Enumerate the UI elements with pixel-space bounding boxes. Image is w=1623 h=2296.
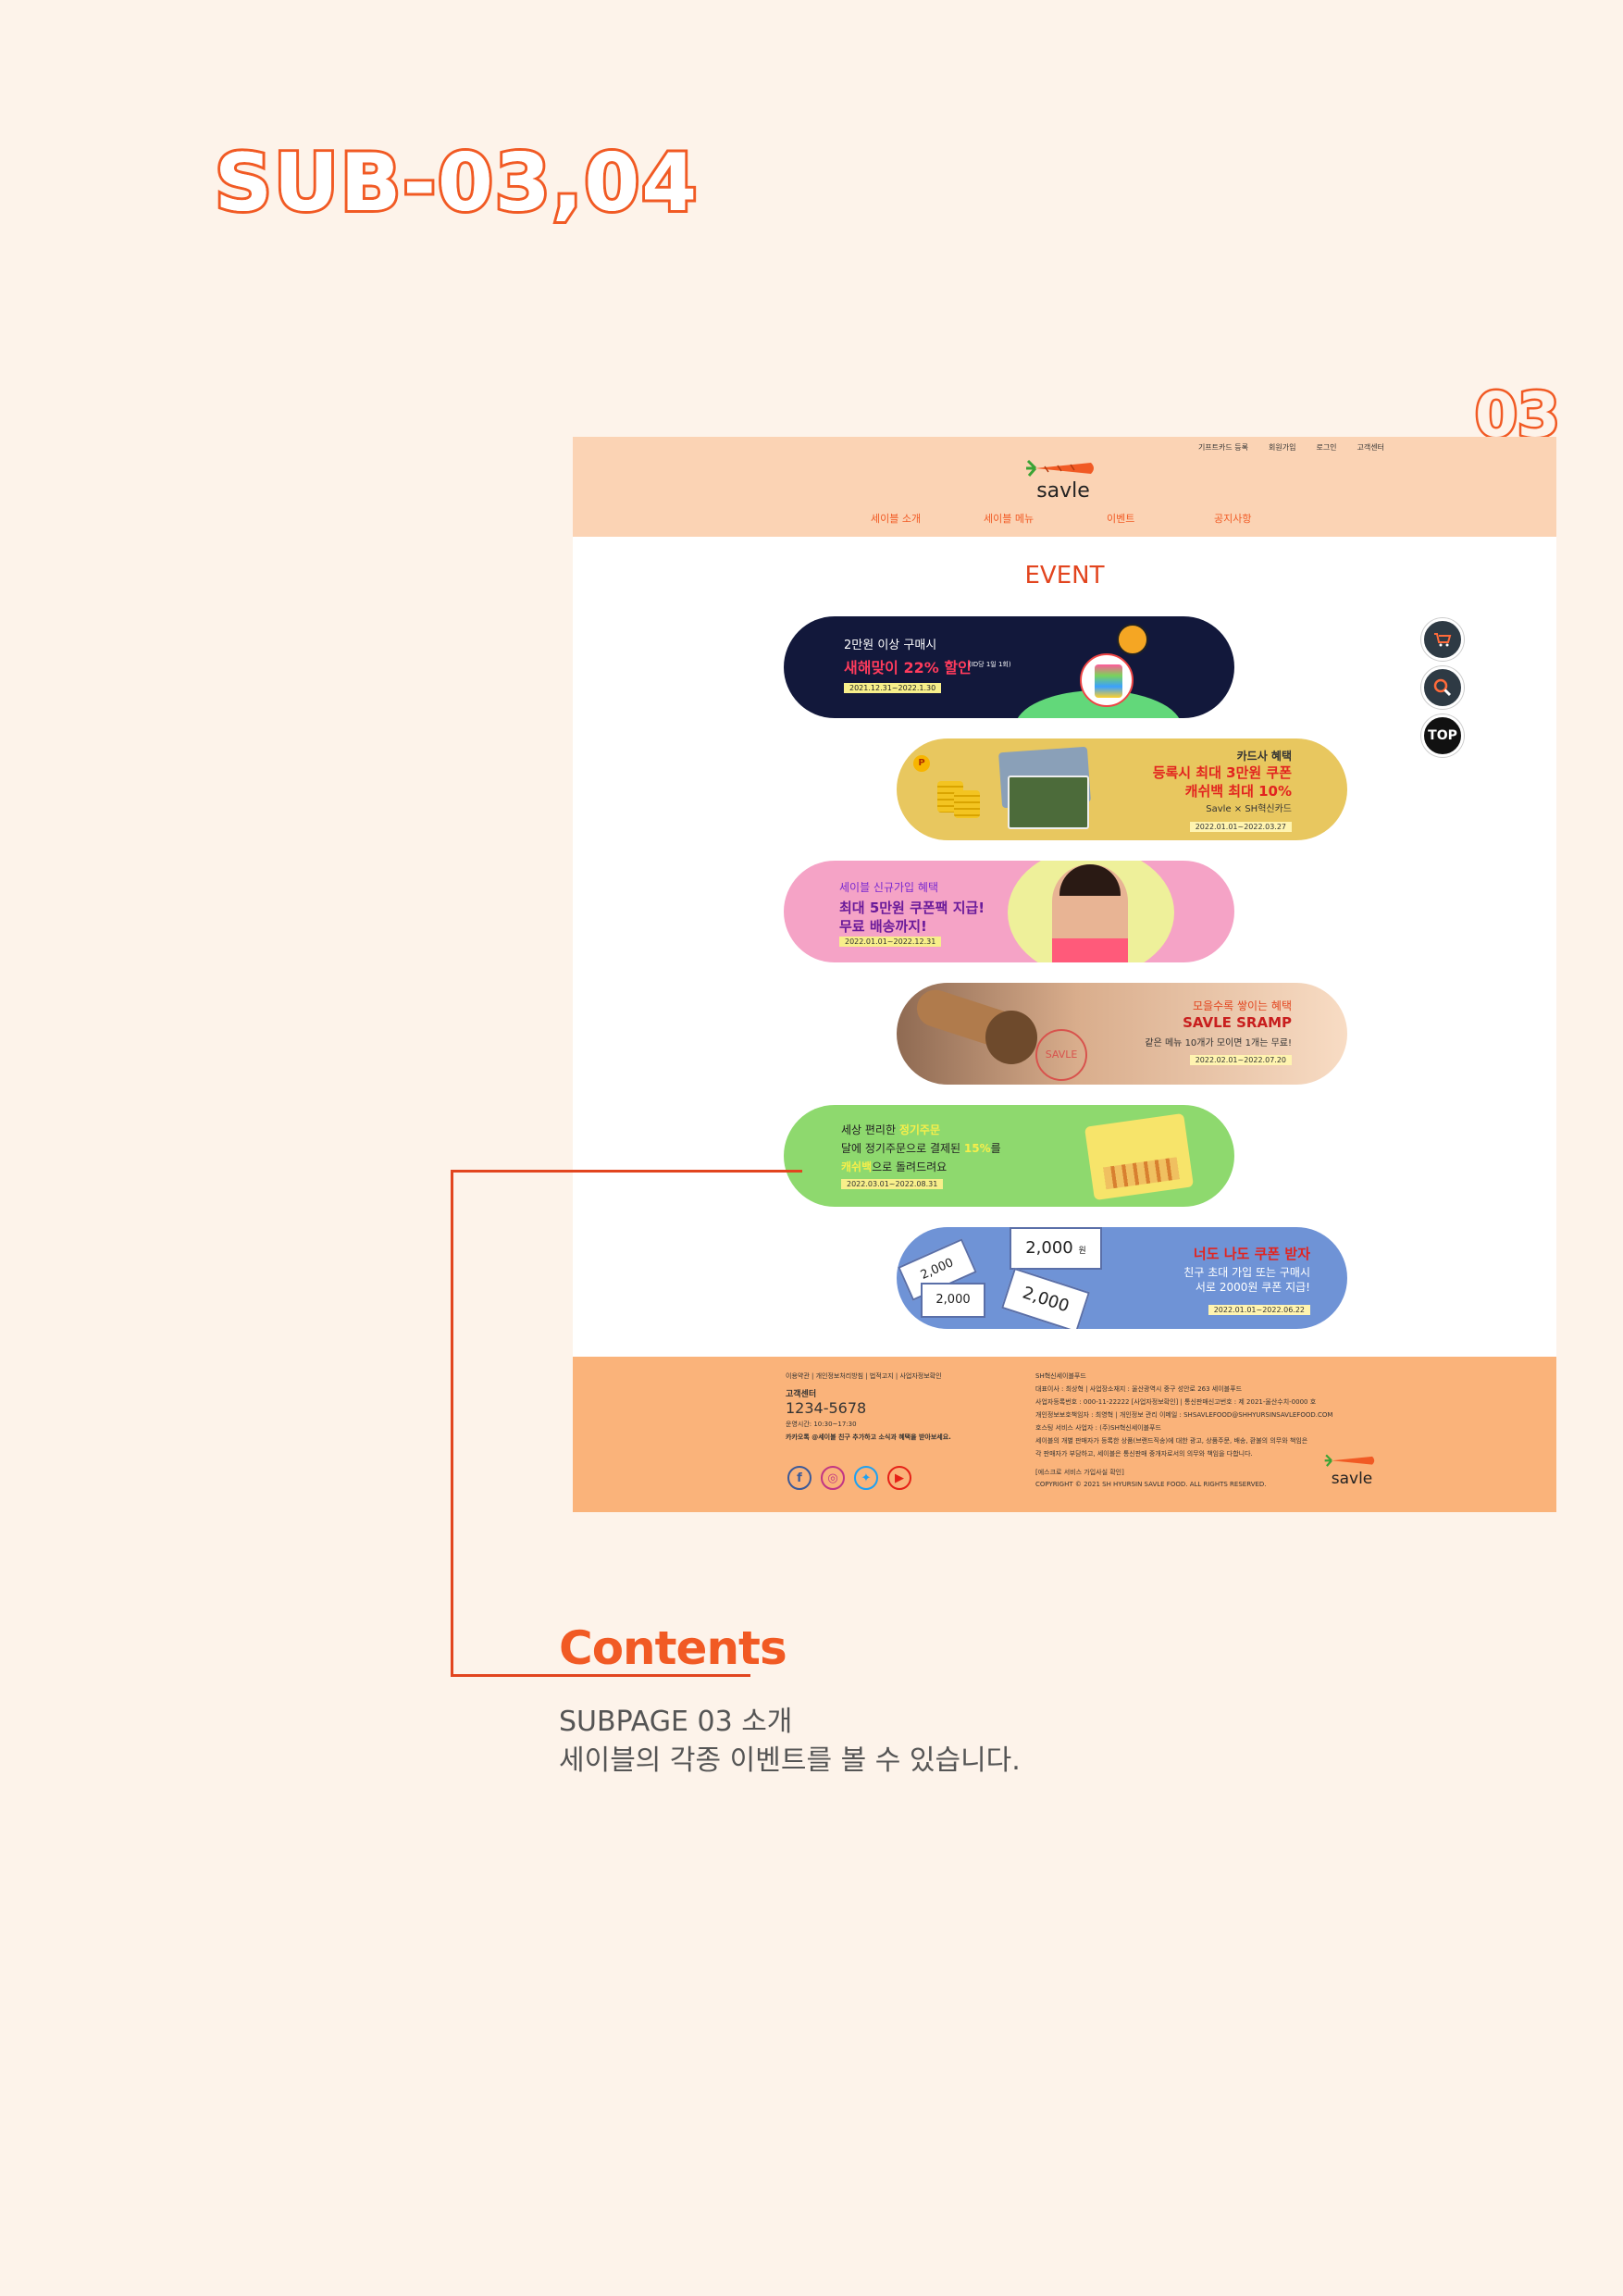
event-heading: EVENT bbox=[1024, 562, 1105, 590]
point-coin-icon: P bbox=[913, 755, 930, 772]
banner-line2: 등록시 최대 3만원 쿠폰 bbox=[1152, 764, 1292, 781]
logo-text: savle bbox=[1036, 479, 1090, 503]
site-logo[interactable]: savle bbox=[1026, 455, 1100, 509]
stamp-mark: SAVLE bbox=[1035, 1029, 1087, 1081]
main-nav: 세이블 소개 세이블 메뉴 이벤트 공지사항 bbox=[573, 511, 1556, 529]
coupon-ticket: 2,000 bbox=[921, 1283, 985, 1318]
event-banner-referral[interactable]: 2,000 2,000 2,000 원 2,000 너도 나도 쿠폰 받자 친구… bbox=[897, 1227, 1347, 1329]
bok-emblem-icon bbox=[1080, 653, 1134, 707]
instagram-icon[interactable]: ◎ bbox=[821, 1466, 845, 1490]
banner-date: 2022.01.01~2022.03.27 bbox=[1189, 822, 1292, 832]
banner-line1: 세이블 신규가입 혜택 bbox=[839, 881, 938, 894]
gift-box-image bbox=[1084, 1112, 1195, 1201]
website-mockup: 기프트카드 등록 회원가입 로그인 고객센터 savle 세이블 소개 세이블 … bbox=[573, 437, 1556, 1512]
coupon-ticket: 2,000 bbox=[1000, 1267, 1091, 1329]
nav-item-event[interactable]: 이벤트 bbox=[1107, 511, 1134, 526]
banner-date: 2022.01.01~2022.12.31 bbox=[839, 937, 942, 947]
contents-title: Contents bbox=[559, 1621, 787, 1675]
quick-search-button[interactable] bbox=[1421, 666, 1464, 709]
search-icon bbox=[1433, 678, 1452, 697]
footer-cs-label: 고객센터 bbox=[786, 1390, 817, 1399]
banner-line2: 최대 5만원 쿠폰팩 지급! bbox=[839, 900, 985, 916]
site-footer: 이용약관 | 개인정보처리방침 | 법적고지 | 사업자정보확인 고객센터 12… bbox=[573, 1357, 1556, 1512]
util-link-signup[interactable]: 회원가입 bbox=[1269, 442, 1295, 453]
footer-company-line: 대표이사 : 최상혁 | 사업장소재지 : 울산광역시 중구 성안로 263 세… bbox=[1035, 1385, 1243, 1393]
banner-line1: 너도 나도 쿠폰 받자 bbox=[1193, 1246, 1310, 1262]
logo-text: savle bbox=[1331, 1470, 1373, 1488]
tiger-mascot-icon bbox=[1117, 624, 1148, 655]
footer-company-line: 개인정보보호책임자 : 최영혁 | 개인정보 관리 이메일 : SHSAVLEF… bbox=[1035, 1411, 1333, 1419]
banner-date: 2022.01.01~2022.06.22 bbox=[1208, 1305, 1310, 1315]
model-photo bbox=[1052, 864, 1128, 962]
footer-company-line: 세이블의 개별 판매자가 등록한 상품(브랜드직송)에 대한 광고, 상품주문,… bbox=[1035, 1437, 1308, 1445]
banner-date: 2022.02.01~2022.07.20 bbox=[1189, 1055, 1292, 1065]
contents-description: SUBPAGE 03 소개 세이블의 각종 이벤트를 볼 수 있습니다. bbox=[559, 1703, 1021, 1781]
banner-line1: 카드사 혜택 bbox=[1236, 750, 1292, 763]
footer-copyright: COPYRIGHT © 2021 SH HYURSIN SAVLE FOOD. … bbox=[1035, 1481, 1267, 1488]
coin-stack-icon bbox=[954, 790, 980, 818]
leader-line bbox=[451, 1170, 802, 1173]
banner-line3: 캐쉬백으로 돌려드려요 bbox=[841, 1160, 948, 1173]
nav-item-notice[interactable]: 공지사항 bbox=[1214, 511, 1251, 526]
nav-item-menu[interactable]: 세이블 메뉴 bbox=[984, 511, 1034, 526]
youtube-icon[interactable]: ▶ bbox=[887, 1466, 911, 1490]
util-link-giftcard[interactable]: 기프트카드 등록 bbox=[1198, 442, 1248, 453]
contents-desc-line1: SUBPAGE 03 소개 bbox=[559, 1706, 793, 1738]
cart-icon bbox=[1434, 633, 1452, 647]
banner-line1: 세상 편리한 정기주문 bbox=[841, 1123, 941, 1136]
food-photo bbox=[1008, 776, 1089, 829]
banner-line4: Savle × SH혁신카드 bbox=[1206, 804, 1292, 814]
event-banner-card[interactable]: P 카드사 혜택 등록시 최대 3만원 쿠폰 캐쉬백 최대 10% Savle … bbox=[897, 738, 1347, 840]
banner-line2: 새해맞이 22% 할인 bbox=[844, 659, 972, 676]
quick-cart-button[interactable] bbox=[1421, 618, 1464, 661]
banner-date: 2021.12.31~2022.1.30 bbox=[844, 683, 942, 693]
footer-company-line: 호스팅 서비스 사업자 : (주)SH혁신세이블푸드 bbox=[1035, 1424, 1161, 1432]
site-header: 기프트카드 등록 회원가입 로그인 고객센터 savle 세이블 소개 세이블 … bbox=[573, 437, 1556, 537]
quick-top-button[interactable]: TOP bbox=[1421, 714, 1464, 757]
footer-company-line: SH혁신세이블푸드 bbox=[1035, 1372, 1086, 1380]
utility-links: 기프트카드 등록 회원가입 로그인 고객센터 bbox=[1198, 442, 1384, 453]
footer-escrow[interactable]: [에스크로 서비스 가입사실 확인] bbox=[1035, 1468, 1124, 1477]
banner-line3: 서로 2000원 쿠폰 지급! bbox=[1195, 1281, 1310, 1294]
footer-logo[interactable]: savle bbox=[1324, 1451, 1380, 1494]
banner-date: 2022.03.01~2022.08.31 bbox=[841, 1179, 944, 1189]
event-banner-subscription[interactable]: 세상 편리한 정기주문 달에 정기주문으로 결제된 15%를 캐쉬백으로 돌려드… bbox=[784, 1105, 1234, 1207]
contents-desc-line2: 세이블의 각종 이벤트를 볼 수 있습니다. bbox=[559, 1744, 1021, 1777]
banner-line2: 친구 초대 가입 또는 구매시 bbox=[1183, 1266, 1310, 1279]
event-banner-new-year[interactable]: 2만원 이상 구매시 새해맞이 22% 할인 (ID당 1일 1회) 2021.… bbox=[784, 616, 1234, 718]
banner-line3: 캐쉬백 최대 10% bbox=[1184, 783, 1292, 800]
stamp-head bbox=[985, 1011, 1037, 1064]
facebook-icon[interactable]: f bbox=[787, 1466, 812, 1490]
banner-line1: 2만원 이상 구매시 bbox=[844, 639, 937, 652]
event-banner-stamp[interactable]: SAVLE 모을수록 쌓이는 혜택 SAVLE SRAMP 같은 메뉴 10개가… bbox=[897, 983, 1347, 1085]
banner-line3: 무료 배송까지! bbox=[839, 918, 927, 935]
footer-links[interactable]: 이용약관 | 개인정보처리방침 | 법적고지 | 사업자정보확인 bbox=[786, 1371, 942, 1381]
banner-line1: 모을수록 쌓이는 혜택 bbox=[1193, 999, 1292, 1012]
footer-cs-hours: 운영시간: 10:30~17:30 bbox=[786, 1421, 857, 1428]
footer-company-line: 사업자등록번호 : 000-11-22222 [사업자정보확인] | 통신판매신… bbox=[1035, 1398, 1317, 1406]
leader-line bbox=[451, 1170, 453, 1677]
twitter-icon[interactable]: ✦ bbox=[854, 1466, 878, 1490]
page-title: SUB-03,04 bbox=[212, 134, 700, 232]
banner-line3: 같은 메뉴 10개가 모이면 1개는 무료! bbox=[1145, 1038, 1292, 1049]
carrot-icon bbox=[1324, 1454, 1375, 1467]
banner-line2: 달에 정기주문으로 결제된 15%를 bbox=[841, 1142, 1001, 1155]
footer-kakao: 카카오톡 @세이블 친구 추가하고 소식과 혜택을 받아보세요. bbox=[786, 1433, 951, 1441]
banner-line2: SAVLE SRAMP bbox=[1183, 1014, 1292, 1031]
footer-cs-phone: 1234-5678 bbox=[786, 1399, 867, 1417]
banner-note: (ID당 1일 1회) bbox=[969, 661, 1011, 668]
util-link-support[interactable]: 고객센터 bbox=[1357, 442, 1384, 453]
util-link-login[interactable]: 로그인 bbox=[1316, 442, 1336, 453]
coupon-ticket-large: 2,000 원 bbox=[1010, 1227, 1102, 1270]
nav-item-about[interactable]: 세이블 소개 bbox=[871, 511, 921, 526]
footer-company-line: 각 판매자가 부담하고, 세이블은 통신판매 중개자로서의 의무와 책임을 다합… bbox=[1035, 1450, 1253, 1458]
event-banner-signup[interactable]: 세이블 신규가입 혜택 최대 5만원 쿠폰팩 지급! 무료 배송까지! 2022… bbox=[784, 861, 1234, 962]
